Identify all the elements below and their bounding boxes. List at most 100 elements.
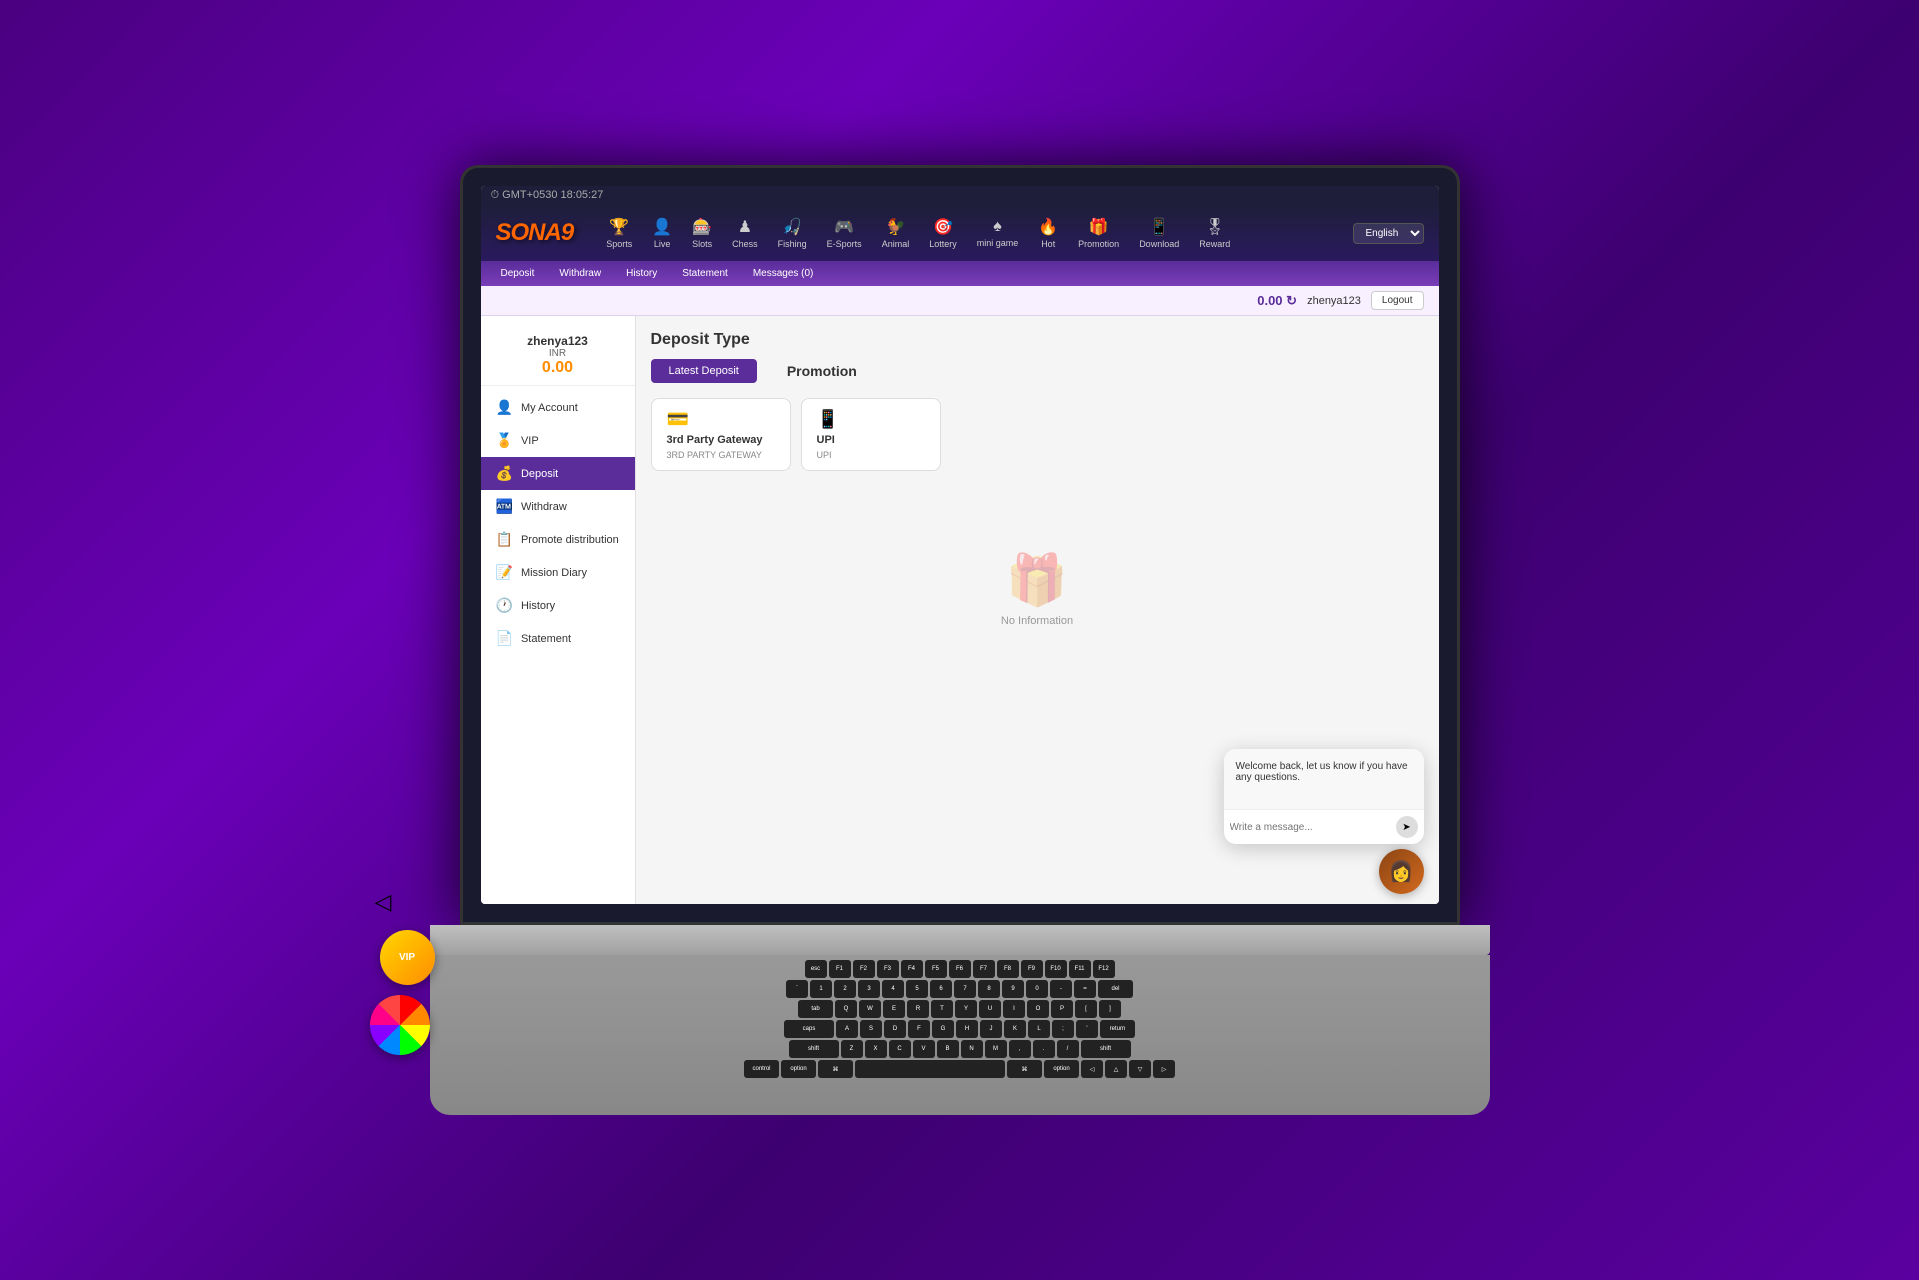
sidebar-item-promote[interactable]: 📋 Promote distribution: [481, 523, 635, 556]
key-7[interactable]: 7: [954, 980, 976, 998]
key-q[interactable]: Q: [835, 1000, 857, 1018]
key-minus[interactable]: -: [1050, 980, 1072, 998]
key-4[interactable]: 4: [882, 980, 904, 998]
key-caps[interactable]: caps: [784, 1020, 834, 1038]
key-o[interactable]: O: [1027, 1000, 1049, 1018]
site-logo[interactable]: SONA9: [496, 219, 574, 247]
logout-button[interactable]: Logout: [1371, 291, 1424, 310]
payment-card-upi[interactable]: 📱 UPI UPI: [801, 398, 941, 471]
key-f2[interactable]: F2: [853, 960, 875, 978]
refresh-icon[interactable]: ↻: [1286, 293, 1297, 308]
chat-avatar[interactable]: 👩: [1379, 849, 1424, 894]
chat-input[interactable]: [1230, 822, 1391, 833]
key-f5[interactable]: F5: [925, 960, 947, 978]
nav-item-lottery[interactable]: 🎯 Lottery: [921, 213, 965, 253]
nav-item-animal[interactable]: 🐓 Animal: [874, 213, 918, 253]
key-f9[interactable]: F9: [1021, 960, 1043, 978]
sidebar-item-vip[interactable]: 🏅 VIP: [481, 424, 635, 457]
key-5[interactable]: 5: [906, 980, 928, 998]
key-f7[interactable]: F7: [973, 960, 995, 978]
chat-send-button[interactable]: ➤: [1396, 816, 1418, 838]
sidebar-item-mission[interactable]: 📝 Mission Diary: [481, 556, 635, 589]
key-f4[interactable]: F4: [901, 960, 923, 978]
key-ctrl[interactable]: control: [744, 1060, 779, 1078]
key-f12[interactable]: F12: [1093, 960, 1115, 978]
key-equals[interactable]: =: [1074, 980, 1096, 998]
key-m[interactable]: M: [985, 1040, 1007, 1058]
sidebar-item-history[interactable]: 🕐 History: [481, 589, 635, 622]
key-0[interactable]: 0: [1026, 980, 1048, 998]
nav-item-slots[interactable]: 🎰 Slots: [684, 213, 720, 253]
subnav-withdraw[interactable]: Withdraw: [554, 266, 606, 281]
nav-item-live[interactable]: 👤 Live: [644, 213, 680, 253]
key-3[interactable]: 3: [858, 980, 880, 998]
key-6[interactable]: 6: [930, 980, 952, 998]
key-right[interactable]: ▷: [1153, 1060, 1175, 1078]
key-enter[interactable]: return: [1100, 1020, 1135, 1038]
sidebar-item-deposit[interactable]: 💰 Deposit: [481, 457, 635, 490]
key-x[interactable]: X: [865, 1040, 887, 1058]
key-v[interactable]: V: [913, 1040, 935, 1058]
nav-item-hot[interactable]: 🔥 Hot: [1030, 213, 1066, 253]
key-space[interactable]: [855, 1060, 1005, 1078]
key-lbracket[interactable]: [: [1075, 1000, 1097, 1018]
key-8[interactable]: 8: [978, 980, 1000, 998]
key-shift-left[interactable]: shift: [789, 1040, 839, 1058]
key-slash[interactable]: /: [1057, 1040, 1079, 1058]
sidebar-item-withdraw[interactable]: 🏧 Withdraw: [481, 490, 635, 523]
key-r[interactable]: R: [907, 1000, 929, 1018]
key-f10[interactable]: F10: [1045, 960, 1067, 978]
key-b[interactable]: B: [937, 1040, 959, 1058]
key-quote[interactable]: ': [1076, 1020, 1098, 1038]
nav-item-sports[interactable]: 🏆 Sports: [598, 213, 640, 253]
key-a[interactable]: A: [836, 1020, 858, 1038]
nav-item-download[interactable]: 📱 Download: [1131, 213, 1187, 253]
key-f3[interactable]: F3: [877, 960, 899, 978]
nav-item-reward[interactable]: 🎖 Reward: [1191, 213, 1238, 253]
key-f1[interactable]: F1: [829, 960, 851, 978]
key-p[interactable]: P: [1051, 1000, 1073, 1018]
key-semicolon[interactable]: ;: [1052, 1020, 1074, 1038]
key-f6[interactable]: F6: [949, 960, 971, 978]
payment-card-3rd-party[interactable]: 💳 3rd Party Gateway 3RD PARTY GATEWAY: [651, 398, 791, 471]
key-h[interactable]: H: [956, 1020, 978, 1038]
key-d[interactable]: D: [884, 1020, 906, 1038]
key-f[interactable]: F: [908, 1020, 930, 1038]
key-1[interactable]: 1: [810, 980, 832, 998]
key-z[interactable]: Z: [841, 1040, 863, 1058]
key-f8[interactable]: F8: [997, 960, 1019, 978]
key-u[interactable]: U: [979, 1000, 1001, 1018]
key-y[interactable]: Y: [955, 1000, 977, 1018]
key-k[interactable]: K: [1004, 1020, 1026, 1038]
key-j[interactable]: J: [980, 1020, 1002, 1038]
subnav-history[interactable]: History: [621, 266, 662, 281]
key-left[interactable]: ◁: [1081, 1060, 1103, 1078]
key-w[interactable]: W: [859, 1000, 881, 1018]
nav-item-fishing[interactable]: 🎣 Fishing: [770, 213, 815, 253]
tab-latest-deposit[interactable]: Latest Deposit: [651, 359, 757, 383]
language-select[interactable]: English: [1353, 223, 1424, 244]
key-rbracket[interactable]: ]: [1099, 1000, 1121, 1018]
key-up[interactable]: △: [1105, 1060, 1127, 1078]
subnav-statement[interactable]: Statement: [677, 266, 733, 281]
key-option[interactable]: option: [781, 1060, 816, 1078]
key-down[interactable]: ▽: [1129, 1060, 1151, 1078]
nav-item-minigame[interactable]: ♠ mini game: [969, 214, 1027, 252]
sidebar-item-my-account[interactable]: 👤 My Account: [481, 391, 635, 424]
sidebar-item-statement[interactable]: 📄 Statement: [481, 622, 635, 655]
spin-wheel[interactable]: [370, 995, 430, 1055]
key-option-right[interactable]: option: [1044, 1060, 1079, 1078]
key-i[interactable]: I: [1003, 1000, 1025, 1018]
subnav-messages[interactable]: Messages (0): [748, 266, 819, 281]
key-cmd-left[interactable]: ⌘: [818, 1060, 853, 1078]
key-2[interactable]: 2: [834, 980, 856, 998]
nav-item-chess[interactable]: ♟ Chess: [724, 213, 766, 253]
key-l[interactable]: L: [1028, 1020, 1050, 1038]
key-g[interactable]: G: [932, 1020, 954, 1038]
key-n[interactable]: N: [961, 1040, 983, 1058]
key-t[interactable]: T: [931, 1000, 953, 1018]
key-shift-right[interactable]: shift: [1081, 1040, 1131, 1058]
subnav-deposit[interactable]: Deposit: [496, 266, 540, 281]
key-9[interactable]: 9: [1002, 980, 1024, 998]
key-cmd-right[interactable]: ⌘: [1007, 1060, 1042, 1078]
